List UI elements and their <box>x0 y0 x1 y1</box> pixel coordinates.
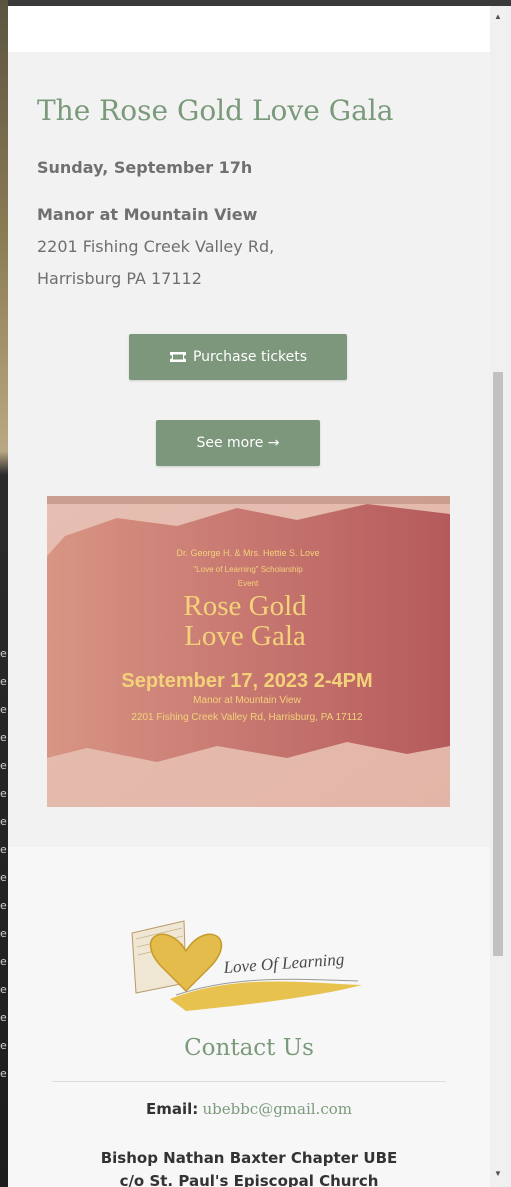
event-title: The Rose Gold Love Gala <box>37 94 394 127</box>
background-text-fragment: e <box>0 815 7 828</box>
flyer-venue: Manor at Mountain View <box>193 695 301 706</box>
background-text-fragment: e <box>0 871 7 884</box>
background-text-fragment: e <box>0 1039 7 1052</box>
background-text-fragment: e <box>0 703 7 716</box>
background-text-fragment: e <box>0 843 7 856</box>
email-link[interactable]: ubebbc@gmail.com <box>202 1100 352 1118</box>
flyer-scholarship: "Love of Learning" Scholarship <box>193 565 303 574</box>
background-text-fragment: e <box>0 759 7 772</box>
organization-care-of: c/o St. Paul's Episcopal Church <box>119 1172 379 1187</box>
contact-us-heading: Contact Us <box>184 1035 314 1061</box>
flyer-headline-2: Love Gala <box>184 620 306 652</box>
flyer-address: 2201 Fishing Creek Valley Rd, Harrisburg… <box>131 712 363 723</box>
purchase-tickets-button[interactable]: Purchase tickets <box>129 334 347 380</box>
see-more-button[interactable]: See more → <box>156 420 320 466</box>
ticket-icon <box>169 352 186 362</box>
organization-name: Bishop Nathan Baxter Chapter UBE <box>100 1149 398 1167</box>
background-text-fragment: e <box>0 983 7 996</box>
scroll-up-arrow-icon[interactable]: ▲ <box>490 8 506 24</box>
event-details-section: The Rose Gold Love Gala Sunday, Septembe… <box>8 52 490 847</box>
event-date: Sunday, September 17h <box>37 158 253 177</box>
event-flyer-image: Dr. George H. & Mrs. Hettie S. Love "Lov… <box>47 496 450 807</box>
email-label: Email: <box>146 1100 199 1118</box>
scrollbar-thumb[interactable] <box>493 372 503 956</box>
contact-footer: Love Of Learning Contact Us Email: ubebb… <box>8 847 490 1187</box>
logo-text: Love Of Learning <box>222 950 345 977</box>
contact-divider <box>52 1081 446 1082</box>
background-text-fragment: e <box>0 647 7 660</box>
background-text-fragment: e <box>0 1011 7 1024</box>
event-modal: The Rose Gold Love Gala Sunday, Septembe… <box>8 6 490 1187</box>
background-text-fragment: e <box>0 955 7 968</box>
background-text-fragment: e <box>0 899 7 912</box>
background-text-fragment: e <box>0 675 7 688</box>
event-address-line-1: 2201 Fishing Creek Valley Rd, <box>37 237 275 256</box>
purchase-tickets-label: Purchase tickets <box>192 349 308 365</box>
background-text-fragment: e <box>0 1067 7 1080</box>
modal-header-area <box>8 6 490 52</box>
background-text-fragment: e <box>0 787 7 800</box>
event-venue: Manor at Mountain View <box>37 205 258 224</box>
event-address-line-2: Harrisburg PA 17112 <box>37 269 202 288</box>
love-of-learning-logo: Love Of Learning <box>126 913 370 1017</box>
scroll-down-arrow-icon[interactable]: ▼ <box>490 1165 506 1181</box>
contact-email-line: Email: ubebbc@gmail.com <box>8 1100 490 1118</box>
see-more-label: See more → <box>196 435 280 451</box>
flyer-event-word: Event <box>238 579 259 588</box>
flyer-date-time: September 17, 2023 2-4PM <box>121 670 372 692</box>
flyer-headline-1: Rose Gold <box>183 590 307 622</box>
background-page-text-fragments: e e e e e e e e e e e e e e e e <box>0 640 8 1088</box>
background-text-fragment: e <box>0 927 7 940</box>
flyer-hosts: Dr. George H. & Mrs. Hettie S. Love <box>176 548 319 558</box>
modal-scrollbar[interactable]: ▲ ▼ <box>490 6 506 1187</box>
background-text-fragment: e <box>0 731 7 744</box>
